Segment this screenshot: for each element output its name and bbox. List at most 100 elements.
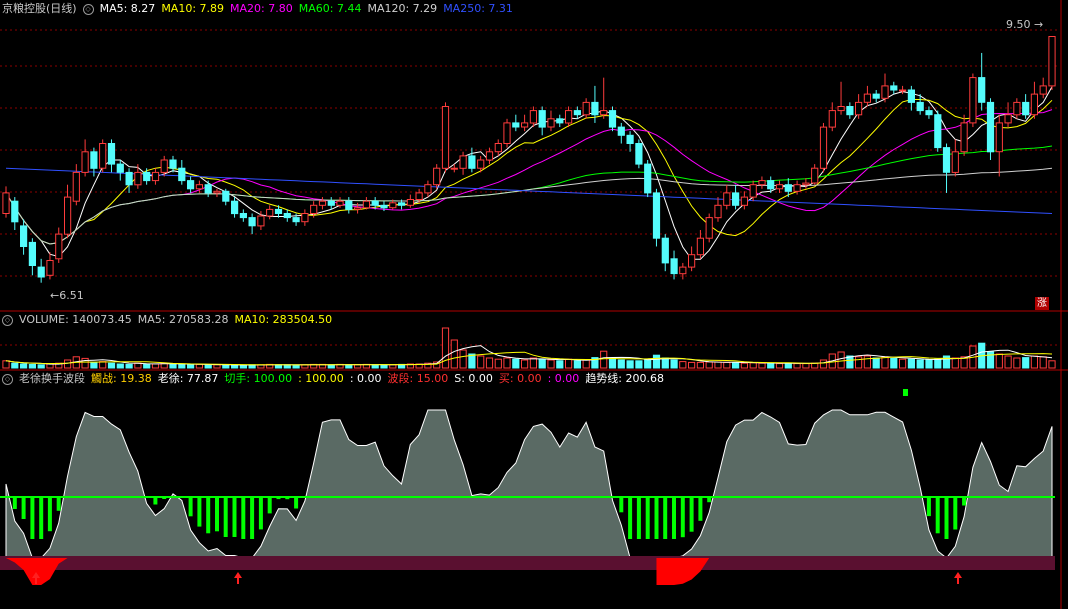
volume-bar [881,356,889,369]
indicator-legend-item: : 0.00 [349,372,382,385]
candle-body [652,192,661,239]
volume-bar [652,354,661,369]
volume-bar [855,356,863,369]
indicator-green-bar [276,497,281,500]
indicator-green-bar [698,497,703,521]
volume-bar [688,361,696,369]
candle-body [942,147,951,173]
volume-bar [28,363,36,369]
candle-body [670,258,678,275]
volume-bar [521,359,529,369]
volume-bar [459,349,467,369]
volume-bar [608,357,617,369]
volume-bar [389,364,397,369]
candle-body [116,163,124,173]
limit-up-badge[interactable]: 涨 [1035,297,1049,310]
volume-bar [635,360,643,369]
volume-bar [679,361,687,369]
candle-body [775,184,784,190]
indicator-legend-item: 趋势线: 200.68 [585,372,665,385]
indicator-green-bar [267,497,272,514]
candle-body [538,110,546,128]
candle-body [714,204,722,219]
candle-body [565,110,573,124]
candle-body [28,241,36,266]
volume-bar [327,364,335,369]
candle-body [143,171,151,182]
indicator-green-bar [39,497,44,539]
candle-body [995,122,1003,153]
stock-chart[interactable] [0,0,1068,609]
candle-body [257,215,265,227]
indicator-base-band [0,556,1055,570]
volume-bar [811,362,819,369]
candle-body [793,184,801,192]
volume-bar [90,361,98,369]
volume-bar [195,363,204,369]
volume-bar [793,363,801,369]
candle-body [767,180,775,190]
candle-body [881,85,889,99]
candle-body [72,171,80,202]
indicator-green-bar [926,497,931,517]
ma-legend-item: MA250: 7.31 [443,2,513,15]
volume-bar [644,358,652,369]
candle-body [986,101,995,153]
indicator-legend-item: 切手: 100.00 [224,372,293,385]
candle-body [1022,101,1030,116]
candle-body [266,208,274,217]
ma-legend-item: MA60: 7.44 [298,2,362,15]
candle-body [846,106,854,116]
candle-body [872,93,880,99]
indicator-green-bar [944,497,949,539]
indicator-title[interactable]: 老徐换手波段 [19,372,85,385]
candle-body [890,85,898,91]
candle-body [855,101,863,116]
candle-body [11,200,19,223]
candle-body [178,167,186,182]
candle-body [705,217,713,239]
candle-body [688,254,696,268]
indicator-green-bar [628,497,633,539]
volume-bar [890,357,898,369]
volume-bar [916,359,924,369]
volume-bar [292,364,300,369]
candle-body [723,192,731,206]
indicator-green-bar [47,497,52,532]
volume-bar [837,351,845,369]
volume-bar [503,357,511,369]
candle-body [134,171,142,186]
candle-body [635,143,643,165]
volume-bar [81,357,89,369]
candle-body [20,225,28,247]
indicator-green-bar [953,497,958,530]
volume-bar [749,362,757,369]
indicator-green-bar [285,497,290,500]
ma-legend: MA5: 8.27 MA10: 7.89 MA20: 7.80 MA60: 7.44 M… [100,2,519,15]
volume-bar [204,364,212,369]
volume-bar [99,361,107,369]
volume-bar [802,363,810,369]
candle-body [441,106,450,169]
candle-body [99,143,107,169]
candle-body [37,266,45,278]
ma-legend-item: MA5: 8.27 [99,2,156,15]
candle-body [477,159,485,169]
volume-settings-icon[interactable]: ◇ [2,314,13,326]
candle-body [169,159,177,169]
volume-bar [547,359,555,369]
candle-body [204,184,212,194]
volume-bar [723,361,731,369]
indicator-settings-icon[interactable]: ◇ [2,373,13,385]
indicator-green-bar [197,497,202,527]
candle-body [978,77,986,103]
candle-body [371,200,379,206]
indicator-green-bar [241,497,246,539]
candle-body [811,167,819,184]
settings-circle-icon[interactable]: ◇ [82,3,94,15]
volume-bar [696,361,704,369]
volume-bar [187,364,195,369]
stock-name[interactable]: 京粮控股(日线) [2,2,77,15]
indicator-legend-item: 买: 0.00 [498,372,542,385]
candle-body [222,190,230,202]
